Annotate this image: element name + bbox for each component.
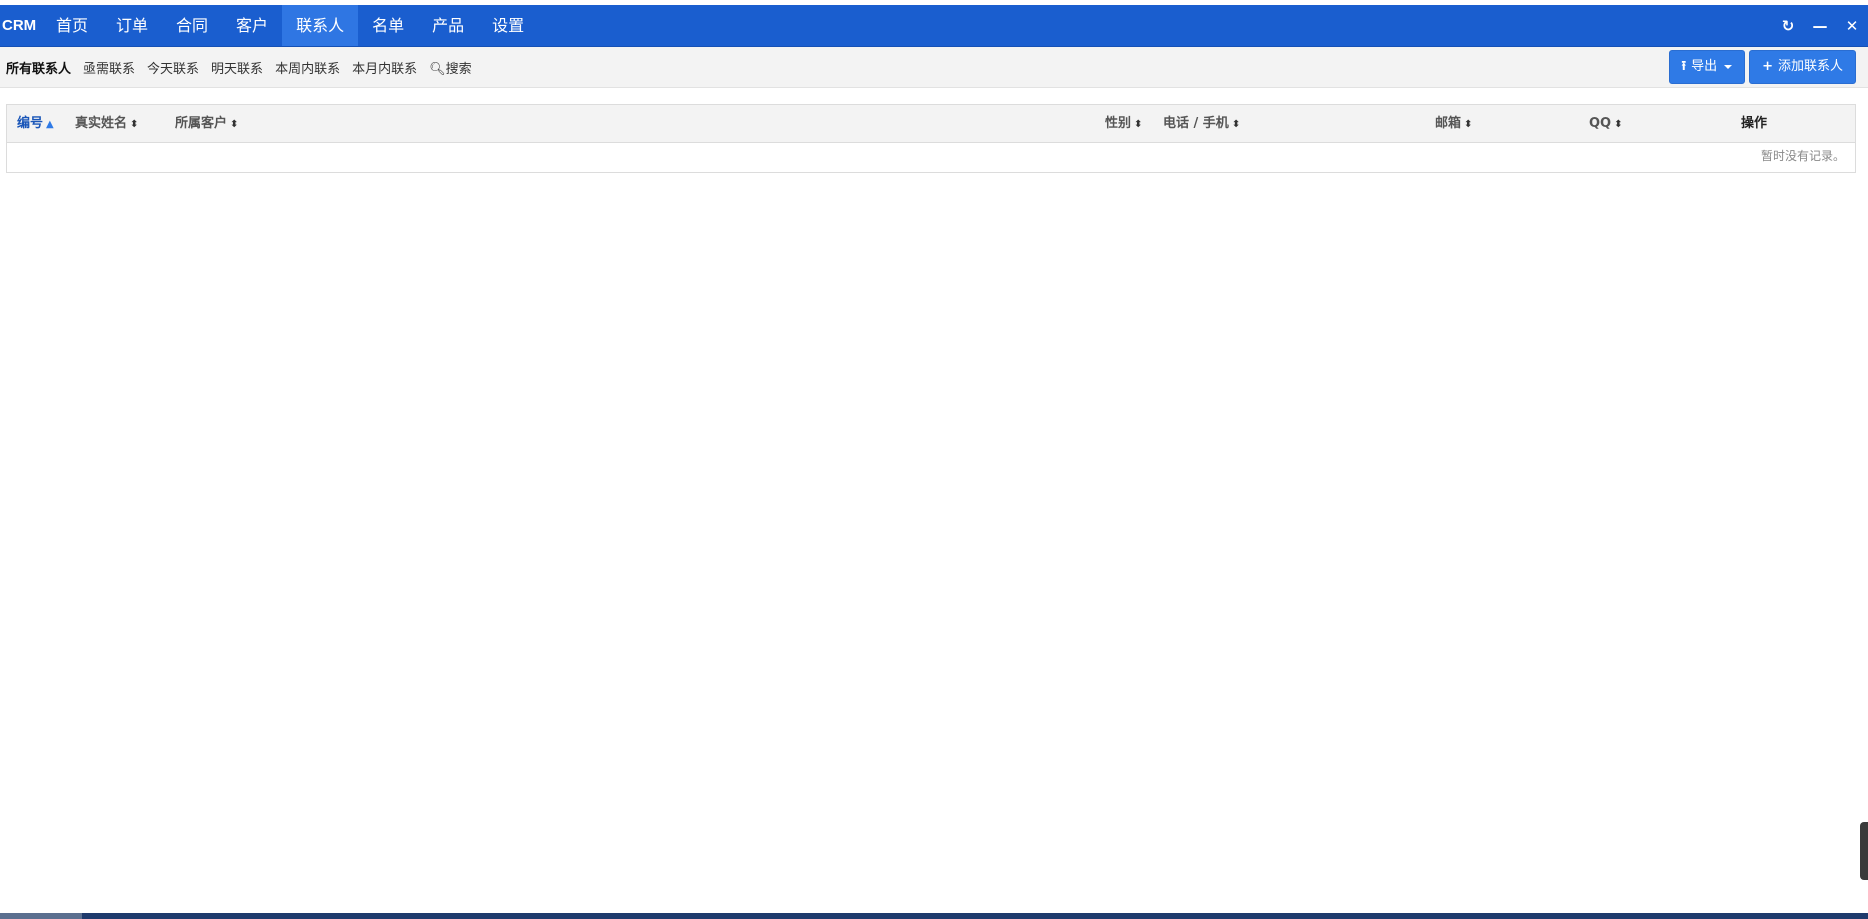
nav-item-lists[interactable]: 名单	[358, 5, 418, 46]
nav-item-settings[interactable]: 设置	[478, 5, 538, 46]
add-contact-label: 添加联系人	[1777, 59, 1843, 74]
column-header-qq[interactable]: QQ ⬍	[1589, 105, 1623, 142]
column-header-email[interactable]: 邮箱 ⬍	[1435, 105, 1472, 142]
column-header-phone[interactable]: 电话 / 手机 ⬍	[1163, 105, 1240, 142]
plus-icon: +	[1762, 59, 1773, 74]
column-label: 真实姓名	[75, 116, 128, 131]
brand-logo[interactable]: CRM	[0, 5, 38, 46]
filter-all-contacts[interactable]: 所有联系人	[6, 58, 71, 77]
sort-both-icon: ⬍	[230, 119, 239, 130]
top-navbar: CRM 首页 订单 合同 客户 联系人 名单 产品 设置 ↻ — ✕	[0, 5, 1868, 47]
main-nav: 首页 订单 合同 客户 联系人 名单 产品 设置	[42, 5, 538, 46]
search-label: 搜索	[445, 61, 472, 77]
contacts-table: 编号 ▲ 真实姓名 ⬍ 所属客户 ⬍ 性别 ⬍ 电话 / 手机 ⬍ 邮箱 ⬍ QQ ⬍ 操作 …	[6, 104, 1856, 173]
sort-both-icon: ⬍	[1134, 119, 1143, 130]
column-label: QQ	[1589, 116, 1612, 131]
column-label: 编号	[17, 116, 44, 131]
filter-urgent[interactable]: 亟需联系	[83, 58, 135, 77]
sort-both-icon: ⬍	[1231, 119, 1241, 130]
caret-down-icon	[1724, 65, 1733, 69]
sort-both-icon: ⬍	[130, 119, 139, 130]
nav-item-contacts[interactable]: 联系人	[282, 5, 359, 46]
refresh-icon[interactable]: ↻	[1772, 5, 1804, 46]
filter-toolbar: 所有联系人 亟需联系 今天联系 明天联系 本周内联系 本月内联系 🔍︎搜索 ⭱ …	[0, 47, 1868, 88]
search-link[interactable]: 🔍︎搜索	[429, 58, 472, 77]
export-label: 导出	[1691, 59, 1718, 74]
nav-item-products[interactable]: 产品	[418, 5, 478, 46]
sort-asc-icon: ▲	[46, 119, 54, 130]
nav-item-contracts[interactable]: 合同	[162, 5, 222, 46]
filter-this-week[interactable]: 本周内联系	[275, 58, 340, 77]
nav-item-customers[interactable]: 客户	[222, 5, 282, 46]
window-controls: ↻ — ✕	[1772, 5, 1868, 46]
column-label: 所属客户	[175, 116, 228, 131]
column-label: 邮箱	[1435, 116, 1462, 131]
column-label: 性别	[1105, 116, 1132, 131]
filter-tomorrow[interactable]: 明天联系	[211, 58, 263, 77]
taskbar-strip	[0, 913, 1868, 919]
close-icon[interactable]: ✕	[1836, 5, 1868, 46]
toolbar-actions: ⭱ 导出 + 添加联系人	[1668, 50, 1856, 84]
empty-message: 暂时没有记录。	[1760, 149, 1845, 163]
column-header-real-name[interactable]: 真实姓名 ⬍	[75, 105, 138, 142]
contact-filters: 所有联系人 亟需联系 今天联系 明天联系 本周内联系 本月内联系 🔍︎搜索	[6, 47, 484, 87]
taskbar-segment	[0, 913, 82, 919]
export-button[interactable]: ⭱ 导出	[1668, 50, 1746, 84]
upload-icon: ⭱	[1681, 59, 1687, 74]
minimize-icon[interactable]: —	[1804, 5, 1836, 46]
nav-item-orders[interactable]: 订单	[102, 5, 162, 46]
sort-both-icon: ⬍	[1614, 119, 1623, 130]
filter-today[interactable]: 今天联系	[147, 58, 199, 77]
sort-both-icon: ⬍	[1464, 119, 1473, 130]
filter-this-month[interactable]: 本月内联系	[352, 58, 417, 77]
column-header-customer[interactable]: 所属客户 ⬍	[175, 105, 238, 142]
table-header: 编号 ▲ 真实姓名 ⬍ 所属客户 ⬍ 性别 ⬍ 电话 / 手机 ⬍ 邮箱 ⬍ QQ ⬍ 操作	[7, 105, 1855, 143]
column-label: 操作	[1741, 116, 1768, 131]
nav-item-home[interactable]: 首页	[42, 5, 102, 46]
column-header-actions: 操作	[1741, 105, 1767, 142]
column-header-id[interactable]: 编号 ▲	[17, 105, 54, 142]
column-header-gender[interactable]: 性别 ⬍	[1105, 105, 1142, 142]
add-contact-button[interactable]: + 添加联系人	[1749, 50, 1856, 84]
column-label: 电话 / 手机	[1163, 116, 1229, 131]
side-panel-handle[interactable]	[1860, 822, 1868, 880]
search-icon: 🔍︎	[429, 61, 446, 77]
